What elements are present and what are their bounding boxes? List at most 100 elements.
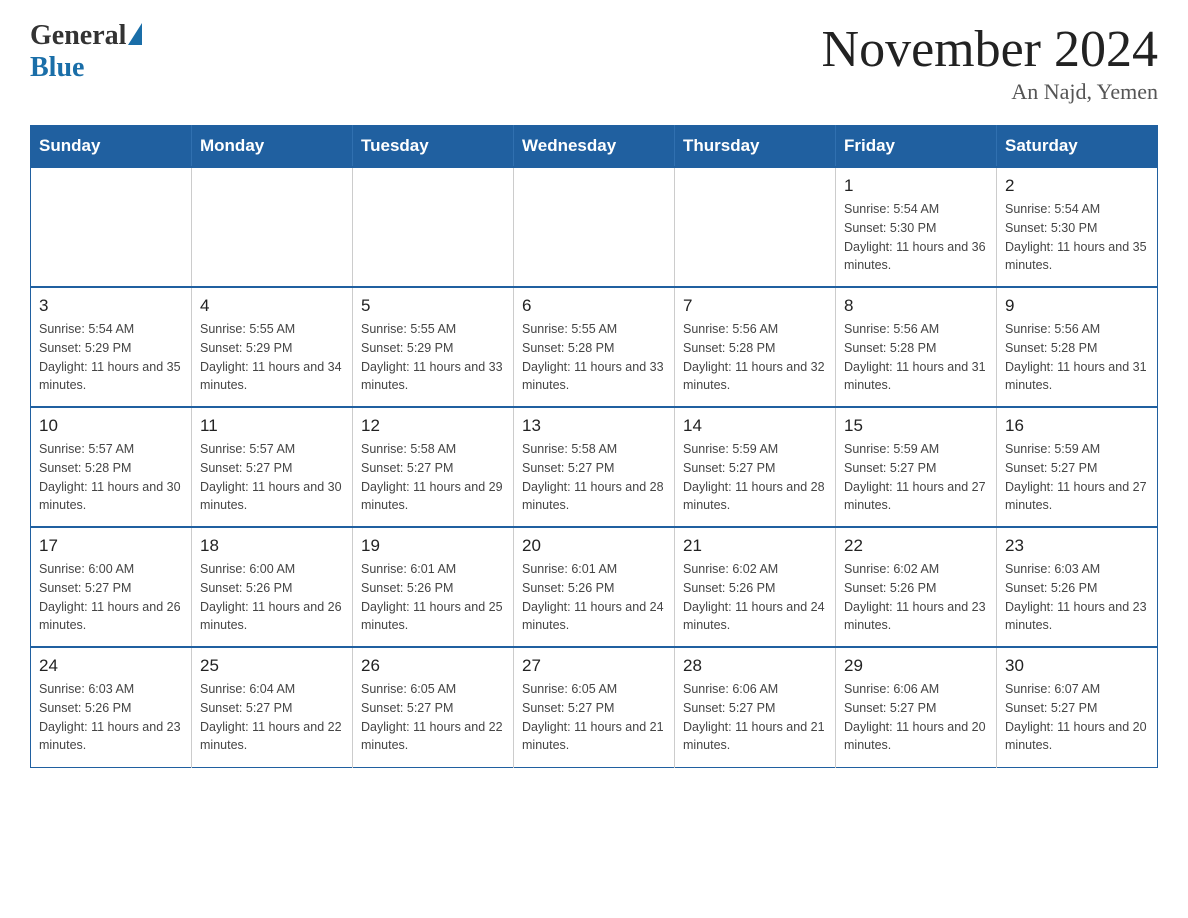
calendar-cell: 9 Sunrise: 5:56 AMSunset: 5:28 PMDaylight… [997, 287, 1158, 407]
day-info: Sunrise: 5:54 AMSunset: 5:29 PMDaylight:… [39, 320, 183, 395]
day-info: Sunrise: 5:55 AMSunset: 5:28 PMDaylight:… [522, 320, 666, 395]
page-title: November 2024 [822, 20, 1158, 79]
week-row-2: 3 Sunrise: 5:54 AMSunset: 5:29 PMDaylight… [31, 287, 1158, 407]
header: General Blue November 2024 An Najd, Yeme… [30, 20, 1158, 105]
title-area: November 2024 An Najd, Yemen [822, 20, 1158, 105]
calendar-cell: 26 Sunrise: 6:05 AMSunset: 5:27 PMDayligh… [353, 647, 514, 767]
day-info: Sunrise: 5:57 AMSunset: 5:28 PMDaylight:… [39, 440, 183, 515]
day-info: Sunrise: 5:56 AMSunset: 5:28 PMDaylight:… [683, 320, 827, 395]
location-subtitle: An Najd, Yemen [822, 79, 1158, 105]
calendar-cell: 25 Sunrise: 6:04 AMSunset: 5:27 PMDayligh… [192, 647, 353, 767]
calendar-cell: 20Sunrise: 6:01 AMSunset: 5:26 PMDayligh… [514, 527, 675, 647]
calendar-cell: 27 Sunrise: 6:05 AMSunset: 5:27 PMDayligh… [514, 647, 675, 767]
day-number: 17 [39, 536, 183, 556]
day-info: Sunrise: 6:00 AMSunset: 5:26 PMDaylight:… [200, 560, 344, 635]
day-number: 4 [200, 296, 344, 316]
day-number: 21 [683, 536, 827, 556]
day-number: 14 [683, 416, 827, 436]
day-info: Sunrise: 6:06 AMSunset: 5:27 PMDaylight:… [683, 680, 827, 755]
day-number: 30 [1005, 656, 1149, 676]
day-number: 16 [1005, 416, 1149, 436]
day-info: Sunrise: 6:01 AMSunset: 5:26 PMDaylight:… [361, 560, 505, 635]
calendar-cell: 17Sunrise: 6:00 AMSunset: 5:27 PMDayligh… [31, 527, 192, 647]
calendar-cell: 23Sunrise: 6:03 AMSunset: 5:26 PMDayligh… [997, 527, 1158, 647]
logo-blue-text: Blue [30, 52, 84, 84]
day-info: Sunrise: 6:04 AMSunset: 5:27 PMDaylight:… [200, 680, 344, 755]
day-info: Sunrise: 5:55 AMSunset: 5:29 PMDaylight:… [200, 320, 344, 395]
day-number: 9 [1005, 296, 1149, 316]
calendar-cell [31, 167, 192, 287]
day-info: Sunrise: 6:05 AMSunset: 5:27 PMDaylight:… [361, 680, 505, 755]
calendar-cell: 16Sunrise: 5:59 AMSunset: 5:27 PMDayligh… [997, 407, 1158, 527]
day-number: 24 [39, 656, 183, 676]
header-day-friday: Friday [836, 126, 997, 168]
day-info: Sunrise: 6:05 AMSunset: 5:27 PMDaylight:… [522, 680, 666, 755]
day-number: 29 [844, 656, 988, 676]
day-number: 28 [683, 656, 827, 676]
day-info: Sunrise: 5:54 AMSunset: 5:30 PMDaylight:… [1005, 200, 1149, 275]
day-info: Sunrise: 5:58 AMSunset: 5:27 PMDaylight:… [522, 440, 666, 515]
day-number: 3 [39, 296, 183, 316]
calendar-table: SundayMondayTuesdayWednesdayThursdayFrid… [30, 125, 1158, 768]
calendar-cell: 21 Sunrise: 6:02 AMSunset: 5:26 PMDayligh… [675, 527, 836, 647]
header-day-wednesday: Wednesday [514, 126, 675, 168]
day-number: 20 [522, 536, 666, 556]
calendar-cell: 2 Sunrise: 5:54 AMSunset: 5:30 PMDaylight… [997, 167, 1158, 287]
header-day-monday: Monday [192, 126, 353, 168]
day-number: 27 [522, 656, 666, 676]
calendar-cell: 10 Sunrise: 5:57 AMSunset: 5:28 PMDayligh… [31, 407, 192, 527]
calendar-cell: 13 Sunrise: 5:58 AMSunset: 5:27 PMDayligh… [514, 407, 675, 527]
logo: General Blue [30, 20, 142, 84]
week-row-4: 17Sunrise: 6:00 AMSunset: 5:27 PMDayligh… [31, 527, 1158, 647]
day-info: Sunrise: 5:54 AMSunset: 5:30 PMDaylight:… [844, 200, 988, 275]
calendar-cell [353, 167, 514, 287]
day-number: 25 [200, 656, 344, 676]
day-info: Sunrise: 5:59 AMSunset: 5:27 PMDaylight:… [844, 440, 988, 515]
header-day-saturday: Saturday [997, 126, 1158, 168]
calendar-cell: 19 Sunrise: 6:01 AMSunset: 5:26 PMDayligh… [353, 527, 514, 647]
calendar-cell [514, 167, 675, 287]
calendar-cell: 14 Sunrise: 5:59 AMSunset: 5:27 PMDayligh… [675, 407, 836, 527]
day-number: 26 [361, 656, 505, 676]
day-info: Sunrise: 6:03 AMSunset: 5:26 PMDaylight:… [1005, 560, 1149, 635]
calendar-cell: 11Sunrise: 5:57 AMSunset: 5:27 PMDayligh… [192, 407, 353, 527]
calendar-cell: 22Sunrise: 6:02 AMSunset: 5:26 PMDayligh… [836, 527, 997, 647]
calendar-cell: 18 Sunrise: 6:00 AMSunset: 5:26 PMDayligh… [192, 527, 353, 647]
day-info: Sunrise: 6:07 AMSunset: 5:27 PMDaylight:… [1005, 680, 1149, 755]
day-info: Sunrise: 5:59 AMSunset: 5:27 PMDaylight:… [683, 440, 827, 515]
day-number: 10 [39, 416, 183, 436]
calendar-cell: 5 Sunrise: 5:55 AMSunset: 5:29 PMDaylight… [353, 287, 514, 407]
day-number: 18 [200, 536, 344, 556]
calendar-cell: 6 Sunrise: 5:55 AMSunset: 5:28 PMDaylight… [514, 287, 675, 407]
calendar-cell: 8Sunrise: 5:56 AMSunset: 5:28 PMDaylight… [836, 287, 997, 407]
calendar-cell [192, 167, 353, 287]
day-info: Sunrise: 6:03 AMSunset: 5:26 PMDaylight:… [39, 680, 183, 755]
calendar-cell: 3 Sunrise: 5:54 AMSunset: 5:29 PMDaylight… [31, 287, 192, 407]
week-row-5: 24 Sunrise: 6:03 AMSunset: 5:26 PMDayligh… [31, 647, 1158, 767]
calendar-cell: 28 Sunrise: 6:06 AMSunset: 5:27 PMDayligh… [675, 647, 836, 767]
calendar-cell: 15 Sunrise: 5:59 AMSunset: 5:27 PMDayligh… [836, 407, 997, 527]
day-number: 1 [844, 176, 988, 196]
day-info: Sunrise: 6:02 AMSunset: 5:26 PMDaylight:… [683, 560, 827, 635]
day-number: 7 [683, 296, 827, 316]
calendar-cell: 12Sunrise: 5:58 AMSunset: 5:27 PMDayligh… [353, 407, 514, 527]
week-row-3: 10 Sunrise: 5:57 AMSunset: 5:28 PMDayligh… [31, 407, 1158, 527]
calendar-cell: 24 Sunrise: 6:03 AMSunset: 5:26 PMDayligh… [31, 647, 192, 767]
day-number: 13 [522, 416, 666, 436]
calendar-header: SundayMondayTuesdayWednesdayThursdayFrid… [31, 126, 1158, 168]
day-info: Sunrise: 5:56 AMSunset: 5:28 PMDaylight:… [1005, 320, 1149, 395]
header-day-thursday: Thursday [675, 126, 836, 168]
day-number: 15 [844, 416, 988, 436]
calendar-body: 1 Sunrise: 5:54 AMSunset: 5:30 PMDaylight… [31, 167, 1158, 767]
day-number: 19 [361, 536, 505, 556]
logo-triangle-icon [128, 23, 142, 45]
day-info: Sunrise: 5:55 AMSunset: 5:29 PMDaylight:… [361, 320, 505, 395]
day-number: 6 [522, 296, 666, 316]
calendar-cell: 30 Sunrise: 6:07 AMSunset: 5:27 PMDayligh… [997, 647, 1158, 767]
header-day-sunday: Sunday [31, 126, 192, 168]
day-number: 2 [1005, 176, 1149, 196]
day-number: 5 [361, 296, 505, 316]
calendar-cell: 4 Sunrise: 5:55 AMSunset: 5:29 PMDaylight… [192, 287, 353, 407]
header-row: SundayMondayTuesdayWednesdayThursdayFrid… [31, 126, 1158, 168]
day-number: 22 [844, 536, 988, 556]
